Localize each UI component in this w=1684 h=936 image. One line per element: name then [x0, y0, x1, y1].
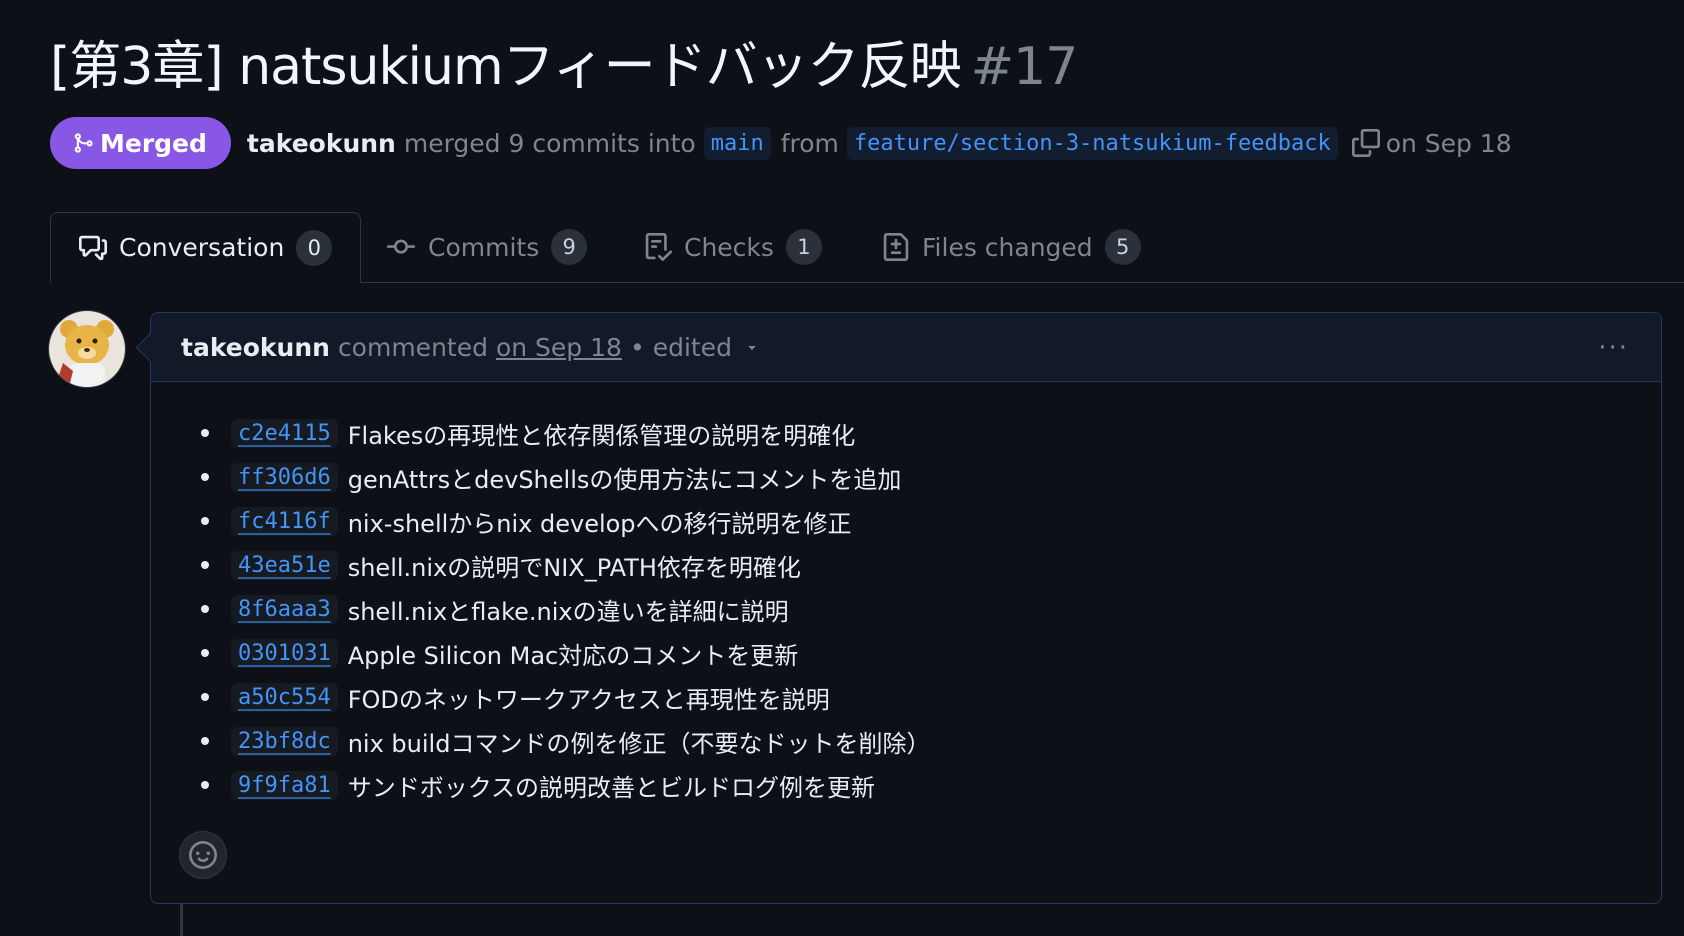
bullet — [201, 781, 209, 789]
triangle-down-icon — [744, 339, 760, 355]
tab-commits-count: 9 — [551, 229, 588, 265]
tab-files-changed[interactable]: Files changed 5 — [882, 212, 1141, 282]
tab-commits[interactable]: Commits 9 — [386, 212, 588, 282]
merge-date: on Sep 18 — [1385, 128, 1512, 158]
timeline-line — [180, 904, 183, 936]
tab-commits-label: Commits — [428, 232, 540, 262]
commit-sha-link[interactable]: ff306d6 — [231, 462, 338, 492]
bullet — [201, 561, 209, 569]
commit-message: Flakesの再現性と依存関係管理の説明を明確化 — [347, 421, 856, 450]
comment-date-link[interactable]: on Sep 18 — [496, 333, 622, 362]
comment-box: takeokunn commented on Sep 18 • edited ·… — [135, 312, 1662, 904]
list-item: a50c554 FODのネットワークアクセスと再現性を説明 — [181, 675, 930, 719]
comment-header: takeokunn commented on Sep 18 • edited ·… — [151, 313, 1661, 382]
copy-icon[interactable] — [1351, 129, 1380, 157]
comment-author-link[interactable]: takeokunn — [181, 333, 330, 362]
commit-list: c2e4115 Flakesの再現性と依存関係管理の説明を明確化 ff306d6 g… — [181, 411, 930, 807]
commit-message: サンドボックスの説明改善とビルドログ例を更新 — [347, 773, 875, 802]
base-branch-link[interactable]: main — [703, 126, 771, 160]
comment-discussion-icon — [79, 234, 107, 262]
commit-sha-link[interactable]: 43ea51e — [231, 550, 338, 580]
avatar[interactable] — [48, 310, 126, 388]
merged-text: merged 9 commits into — [403, 128, 696, 158]
bullet — [201, 517, 209, 525]
tab-files-changed-label: Files changed — [922, 232, 1093, 262]
commit-message: nix-shellからnix developへの移行説明を修正 — [347, 509, 852, 538]
merged-label: Merged — [100, 128, 207, 158]
git-commit-icon — [386, 233, 416, 261]
commit-sha-link[interactable]: a50c554 — [231, 682, 338, 712]
commit-sha-link[interactable]: fc4116f — [231, 506, 338, 536]
bullet — [201, 649, 209, 657]
edited-dropdown[interactable]: edited — [653, 333, 760, 362]
tab-checks-count: 1 — [785, 229, 822, 265]
bullet — [201, 605, 209, 613]
commit-message: genAttrsとdevShellsの使用方法にコメントを追加 — [347, 465, 902, 494]
bullet — [201, 693, 209, 701]
commit-message: shell.nixとflake.nixの違いを詳細に説明 — [347, 597, 789, 626]
pr-title-text: [第3章] natsukiumフィードバック反映 — [50, 37, 962, 97]
tab-checks-label: Checks — [684, 232, 774, 262]
commit-sha-link[interactable]: 9f9fa81 — [231, 770, 338, 800]
pr-meta: Merged takeokunn merged 9 commits into m… — [50, 117, 1512, 169]
smiley-icon — [189, 841, 217, 869]
commit-sha-link[interactable]: 8f6aaa3 — [231, 594, 338, 624]
tab-checks[interactable]: Checks 1 — [644, 212, 822, 282]
checklist-icon — [644, 233, 672, 261]
tab-files-changed-count: 5 — [1104, 229, 1141, 265]
list-item: 43ea51e shell.nixの説明でNIX_PATH依存を明確化 — [181, 543, 930, 587]
commit-message: FODのネットワークアクセスと再現性を説明 — [347, 685, 830, 714]
list-item: 0301031 Apple Silicon Mac対応のコメントを更新 — [181, 631, 930, 675]
list-item: fc4116f nix-shellからnix developへの移行説明を修正 — [181, 499, 930, 543]
commit-message: nix buildコマンドの例を修正（不要なドットを削除） — [347, 729, 931, 758]
list-item: 23bf8dc nix buildコマンドの例を修正（不要なドットを削除） — [181, 719, 930, 763]
tab-conversation[interactable]: Conversation 0 — [50, 212, 362, 283]
pr-author-link[interactable]: takeokunn — [247, 129, 396, 158]
commit-message: Apple Silicon Mac対応のコメントを更新 — [347, 641, 799, 670]
bullet — [201, 737, 209, 745]
pr-number: #17 — [970, 37, 1079, 97]
tab-conversation-count: 0 — [296, 229, 333, 266]
list-item: 9f9fa81 サンドボックスの説明改善とビルドログ例を更新 — [181, 763, 930, 807]
add-reaction-button[interactable] — [179, 831, 227, 879]
bullet — [201, 473, 209, 481]
commit-sha-link[interactable]: 23bf8dc — [231, 726, 338, 756]
merged-status-badge: Merged — [50, 117, 231, 169]
separator-dot: • — [629, 332, 645, 362]
commit-sha-link[interactable]: c2e4115 — [231, 418, 338, 448]
list-item: c2e4115 Flakesの再現性と依存関係管理の説明を明確化 — [181, 411, 930, 455]
edited-label: edited — [652, 332, 732, 362]
comment-action: commented — [337, 332, 488, 362]
git-merge-icon — [72, 130, 94, 156]
file-diff-icon — [882, 233, 910, 261]
pr-title: [第3章] natsukiumフィードバック反映 #17 — [50, 30, 1079, 104]
list-item: ff306d6 genAttrsとdevShellsの使用方法にコメントを追加 — [181, 455, 930, 499]
from-text: from — [780, 128, 839, 158]
pr-tabs: Conversation 0 Commits 9 Checks 1 Files … — [50, 212, 1684, 283]
tab-conversation-label: Conversation — [119, 233, 285, 262]
commit-sha-link[interactable]: 0301031 — [231, 638, 338, 668]
commit-message: shell.nixの説明でNIX_PATH依存を明確化 — [347, 553, 801, 582]
list-item: 8f6aaa3 shell.nixとflake.nixの違いを詳細に説明 — [181, 587, 930, 631]
head-branch-link[interactable]: feature/section-3-natsukium-feedback — [846, 126, 1338, 160]
bullet — [201, 429, 209, 437]
kebab-menu-icon[interactable]: ··· — [1598, 333, 1629, 363]
